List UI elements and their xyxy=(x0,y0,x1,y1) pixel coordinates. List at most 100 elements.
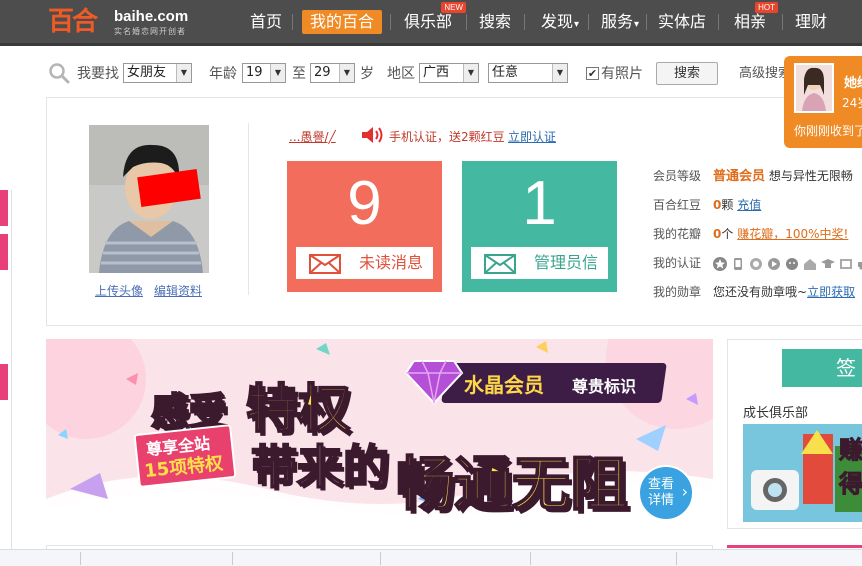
admin-count: 1 xyxy=(522,169,557,238)
growth-club-image[interactable]: 赚 得 xyxy=(743,424,862,522)
nav-divider xyxy=(466,14,467,30)
member-level-row: 会员等级 普通会员 想与异性无限畅 xyxy=(653,168,853,185)
nav-blind-date[interactable]: 相亲 HOT xyxy=(732,2,778,34)
vip-promo-banner[interactable]: 水晶会员 尊贵标识 感受 特权 尊享全站 15项特权 带来的 畅通无阻 查看 详… xyxy=(46,339,713,532)
banner-headline-3: 带来的 xyxy=(250,439,390,495)
nav-my-baihe-label: 我的百合 xyxy=(309,12,374,31)
dock-tab[interactable] xyxy=(0,190,8,226)
dock-tab[interactable] xyxy=(0,234,8,270)
chevron-right-icon: › xyxy=(681,482,688,501)
profile-panel: 上传头像 编辑资料 ...愚譽/╱ 手机认证，送2颗红豆 立即认证 9 未读消息… xyxy=(46,97,862,326)
red-beans-row: 百合红豆 0颗 充值 xyxy=(653,197,761,213)
sender-avatar[interactable] xyxy=(794,63,834,113)
nav-service-label: 服务 xyxy=(600,12,633,31)
phone-cert-icon xyxy=(734,257,742,270)
top-nav: 百合 baihe.com 实名婚恋网开创者 首页 我的百合 俱乐部 NEW 搜索 … xyxy=(0,0,862,46)
left-side-dock xyxy=(0,190,12,560)
member-level-value[interactable]: 普通会员 xyxy=(713,169,765,184)
logo-slogan: 实名婚恋网开创者 xyxy=(114,27,186,36)
quick-search-bar: 我要找 女朋友 ▼ 年龄 19 ▼ 至 29 ▼ 岁 地区 广西 ▼ 任意 ▼ ✔ 有照片… xyxy=(0,49,862,97)
nav-search[interactable]: 搜索 xyxy=(476,10,514,34)
toolbar-divider xyxy=(232,552,233,565)
chevron-down-icon: ▼ xyxy=(176,64,191,82)
chevron-down-icon: ▼ xyxy=(552,64,567,82)
checkin-button[interactable]: 签 xyxy=(782,349,862,387)
diamond-icon xyxy=(404,357,464,408)
chevron-down-icon: ▾ xyxy=(633,19,640,30)
nav-home[interactable]: 首页 xyxy=(246,10,286,34)
sender-age: 24岁 xyxy=(842,96,862,110)
city-value: 任意 xyxy=(492,65,519,80)
nav-divider xyxy=(524,14,525,30)
nav-club-label: 俱乐部 xyxy=(403,12,452,31)
province-value: 广西 xyxy=(423,65,450,80)
nav-divider xyxy=(646,14,647,30)
looking-for-label: 我要找 xyxy=(77,66,119,82)
nav-divider xyxy=(390,14,391,30)
chevron-down-icon: ▾ xyxy=(573,19,580,30)
baihe-logo[interactable]: 百合 baihe.com 实名婚恋网开创者 xyxy=(48,2,208,42)
hot-badge: HOT xyxy=(755,2,778,13)
sender-name[interactable]: 她绘 xyxy=(844,72,862,91)
nav-store[interactable]: 实体店 xyxy=(656,10,708,34)
age-from-select[interactable]: 19 ▼ xyxy=(242,63,286,83)
nav-service[interactable]: 服务▾ xyxy=(596,10,644,34)
star-badge-icon xyxy=(713,256,727,271)
region-label: 地区 xyxy=(387,66,415,82)
petals-row: 我的花瓣 0个 赚花瓣，100%中奖! xyxy=(653,226,848,242)
view-details-button[interactable]: 查看 详情 › xyxy=(638,465,694,521)
petals-unit: 个 xyxy=(721,227,734,241)
city-select[interactable]: 任意 ▼ xyxy=(488,63,568,83)
has-photo-label: 有照片 xyxy=(601,66,643,82)
avatar[interactable] xyxy=(89,125,209,273)
nav-club[interactable]: 俱乐部 NEW xyxy=(400,2,466,34)
unread-count: 9 xyxy=(347,169,382,238)
search-icon xyxy=(48,62,70,84)
age-to-select[interactable]: 29 ▼ xyxy=(310,63,355,83)
growth-get-tag: 得 xyxy=(839,470,862,499)
chevron-down-icon: ▼ xyxy=(339,64,354,82)
nav-store-label: 实体店 xyxy=(657,12,706,31)
search-button[interactable]: 搜索 xyxy=(656,62,718,85)
nav-my-baihe[interactable]: 我的百合 xyxy=(302,10,382,34)
member-level-desc: 想与异性无限畅 xyxy=(768,169,853,183)
looking-for-select[interactable]: 女朋友 ▼ xyxy=(123,63,192,83)
id-cert-icon xyxy=(750,257,762,270)
envelope-icon xyxy=(309,254,341,274)
crystal-member-sub: 尊贵标识 xyxy=(572,377,637,396)
age-label: 年龄 xyxy=(209,66,237,82)
income-cert-icon xyxy=(840,258,852,269)
nav-blind-date-label: 相亲 xyxy=(733,12,766,31)
toolbar-divider xyxy=(80,552,81,565)
nav-discover-label: 发现 xyxy=(540,12,573,31)
verify-now-link[interactable]: 立即认证 xyxy=(508,128,556,145)
edit-profile-link[interactable]: 编辑资料 xyxy=(154,282,202,299)
nav-discover[interactable]: 发现▾ xyxy=(536,10,584,34)
nav-search-label: 搜索 xyxy=(478,12,511,31)
upload-avatar-link[interactable]: 上传头像 xyxy=(95,282,143,299)
nav-finance[interactable]: 理财 xyxy=(792,10,830,34)
growth-club-title[interactable]: 成长俱乐部 xyxy=(743,402,808,421)
unread-messages-tile[interactable]: 9 未读消息 xyxy=(287,161,442,292)
notification-popup[interactable]: 她绘 24岁 你刚刚收到了 xyxy=(784,56,862,148)
dock-tab[interactable] xyxy=(0,364,8,400)
admin-messages-tile[interactable]: 1 管理员信 xyxy=(462,161,617,292)
earn-petals-link[interactable]: 赚花瓣，100%中奖! xyxy=(737,227,848,241)
username-link[interactable]: ...愚譽/╱ xyxy=(289,128,336,145)
speaker-icon xyxy=(360,125,386,149)
chevron-down-icon: ▼ xyxy=(463,64,478,82)
crystal-member-text: 水晶会员 xyxy=(464,373,544,397)
car-cert-icon xyxy=(858,261,862,269)
age-to-value: 29 xyxy=(314,65,331,80)
petals-key: 我的花瓣 xyxy=(653,227,702,241)
province-select[interactable]: 广西 ▼ xyxy=(419,63,479,83)
envelope-icon xyxy=(484,254,516,274)
medal-key: 我的勋章 xyxy=(653,285,702,299)
banner-headline-4: 畅通无阻 xyxy=(395,449,629,519)
recharge-link[interactable]: 充值 xyxy=(737,198,761,212)
get-medal-link[interactable]: 立即获取 xyxy=(807,285,855,299)
has-photo-checkbox[interactable]: ✔ xyxy=(586,67,599,80)
phone-verify-notice: 手机认证，送2颗红豆 xyxy=(389,130,505,144)
member-level-key: 会员等级 xyxy=(653,169,702,183)
divider xyxy=(248,123,249,295)
